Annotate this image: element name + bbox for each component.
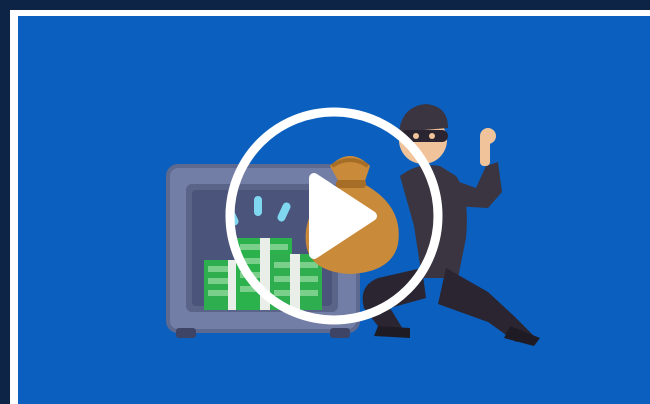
play-icon <box>225 107 443 325</box>
video-card <box>10 10 650 404</box>
play-button[interactable] <box>222 104 446 328</box>
page-frame <box>0 0 650 404</box>
video-thumbnail[interactable] <box>18 16 650 404</box>
